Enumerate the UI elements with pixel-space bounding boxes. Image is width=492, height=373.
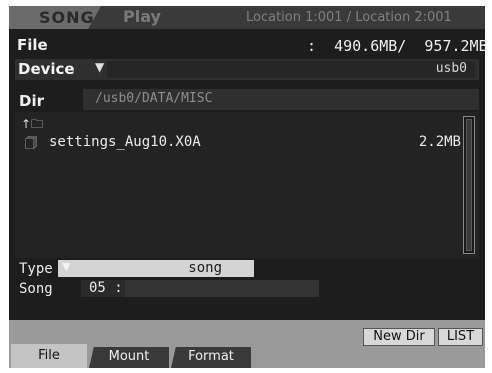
header-bar: SONG Play Location 1:001 / Location 2:00…	[9, 6, 485, 29]
list-button[interactable]: LIST	[438, 328, 483, 346]
device-value: usb0	[435, 61, 467, 76]
scrollbar[interactable]	[463, 116, 475, 254]
up-folder-icon[interactable]: ↑🗀	[21, 115, 43, 136]
file-name: settings_Aug10.X0A	[49, 134, 201, 150]
file-list: ↑🗀 🗍 settings_Aug10.X0A 2.2MB	[15, 112, 479, 258]
list-item[interactable]: 🗍 settings_Aug10.X0A 2.2MB	[23, 134, 463, 152]
device-select[interactable]: usb0	[107, 61, 475, 78]
song-label: Song	[19, 281, 53, 297]
tab-mount[interactable]: Mount	[89, 347, 169, 368]
device-dropdown-arrow-icon[interactable]: ▼	[95, 60, 104, 74]
type-label: Type	[19, 261, 53, 277]
sub-mode-label: Play	[123, 7, 161, 26]
file-title: File	[17, 36, 48, 54]
device-label: Device	[18, 60, 75, 78]
dir-path-field: /usb0/DATA/MISC	[83, 89, 479, 110]
type-select[interactable]: ▼ song	[58, 260, 254, 277]
mode-label: SONG	[39, 8, 95, 27]
device-row: Device ▼ usb0	[15, 59, 479, 80]
song-number: 05 :	[89, 280, 123, 296]
dir-path-value: /usb0/DATA/MISC	[95, 91, 213, 106]
scrollbar-thumb[interactable]	[466, 119, 472, 251]
file-size: 2.2MB	[418, 134, 461, 150]
type-dropdown-arrow-icon: ▼	[62, 260, 71, 273]
file-icon: 🗍	[25, 136, 37, 150]
song-name-field[interactable]	[125, 280, 319, 297]
dir-label: Dir	[19, 92, 44, 110]
storage-size-info: : 490.6MB/ 957.2MB	[307, 37, 488, 55]
file-screen: SONG Play Location 1:001 / Location 2:00…	[9, 6, 488, 368]
tab-file[interactable]: File	[11, 344, 87, 368]
new-dir-button[interactable]: New Dir	[363, 328, 435, 346]
type-value: song	[188, 260, 222, 276]
location-indicator: Location 1:001 / Location 2:001	[246, 10, 452, 25]
mode-tab-song[interactable]: SONG	[9, 6, 101, 29]
song-field[interactable]: 05 :	[81, 280, 319, 297]
tab-format[interactable]: Format	[171, 347, 251, 368]
